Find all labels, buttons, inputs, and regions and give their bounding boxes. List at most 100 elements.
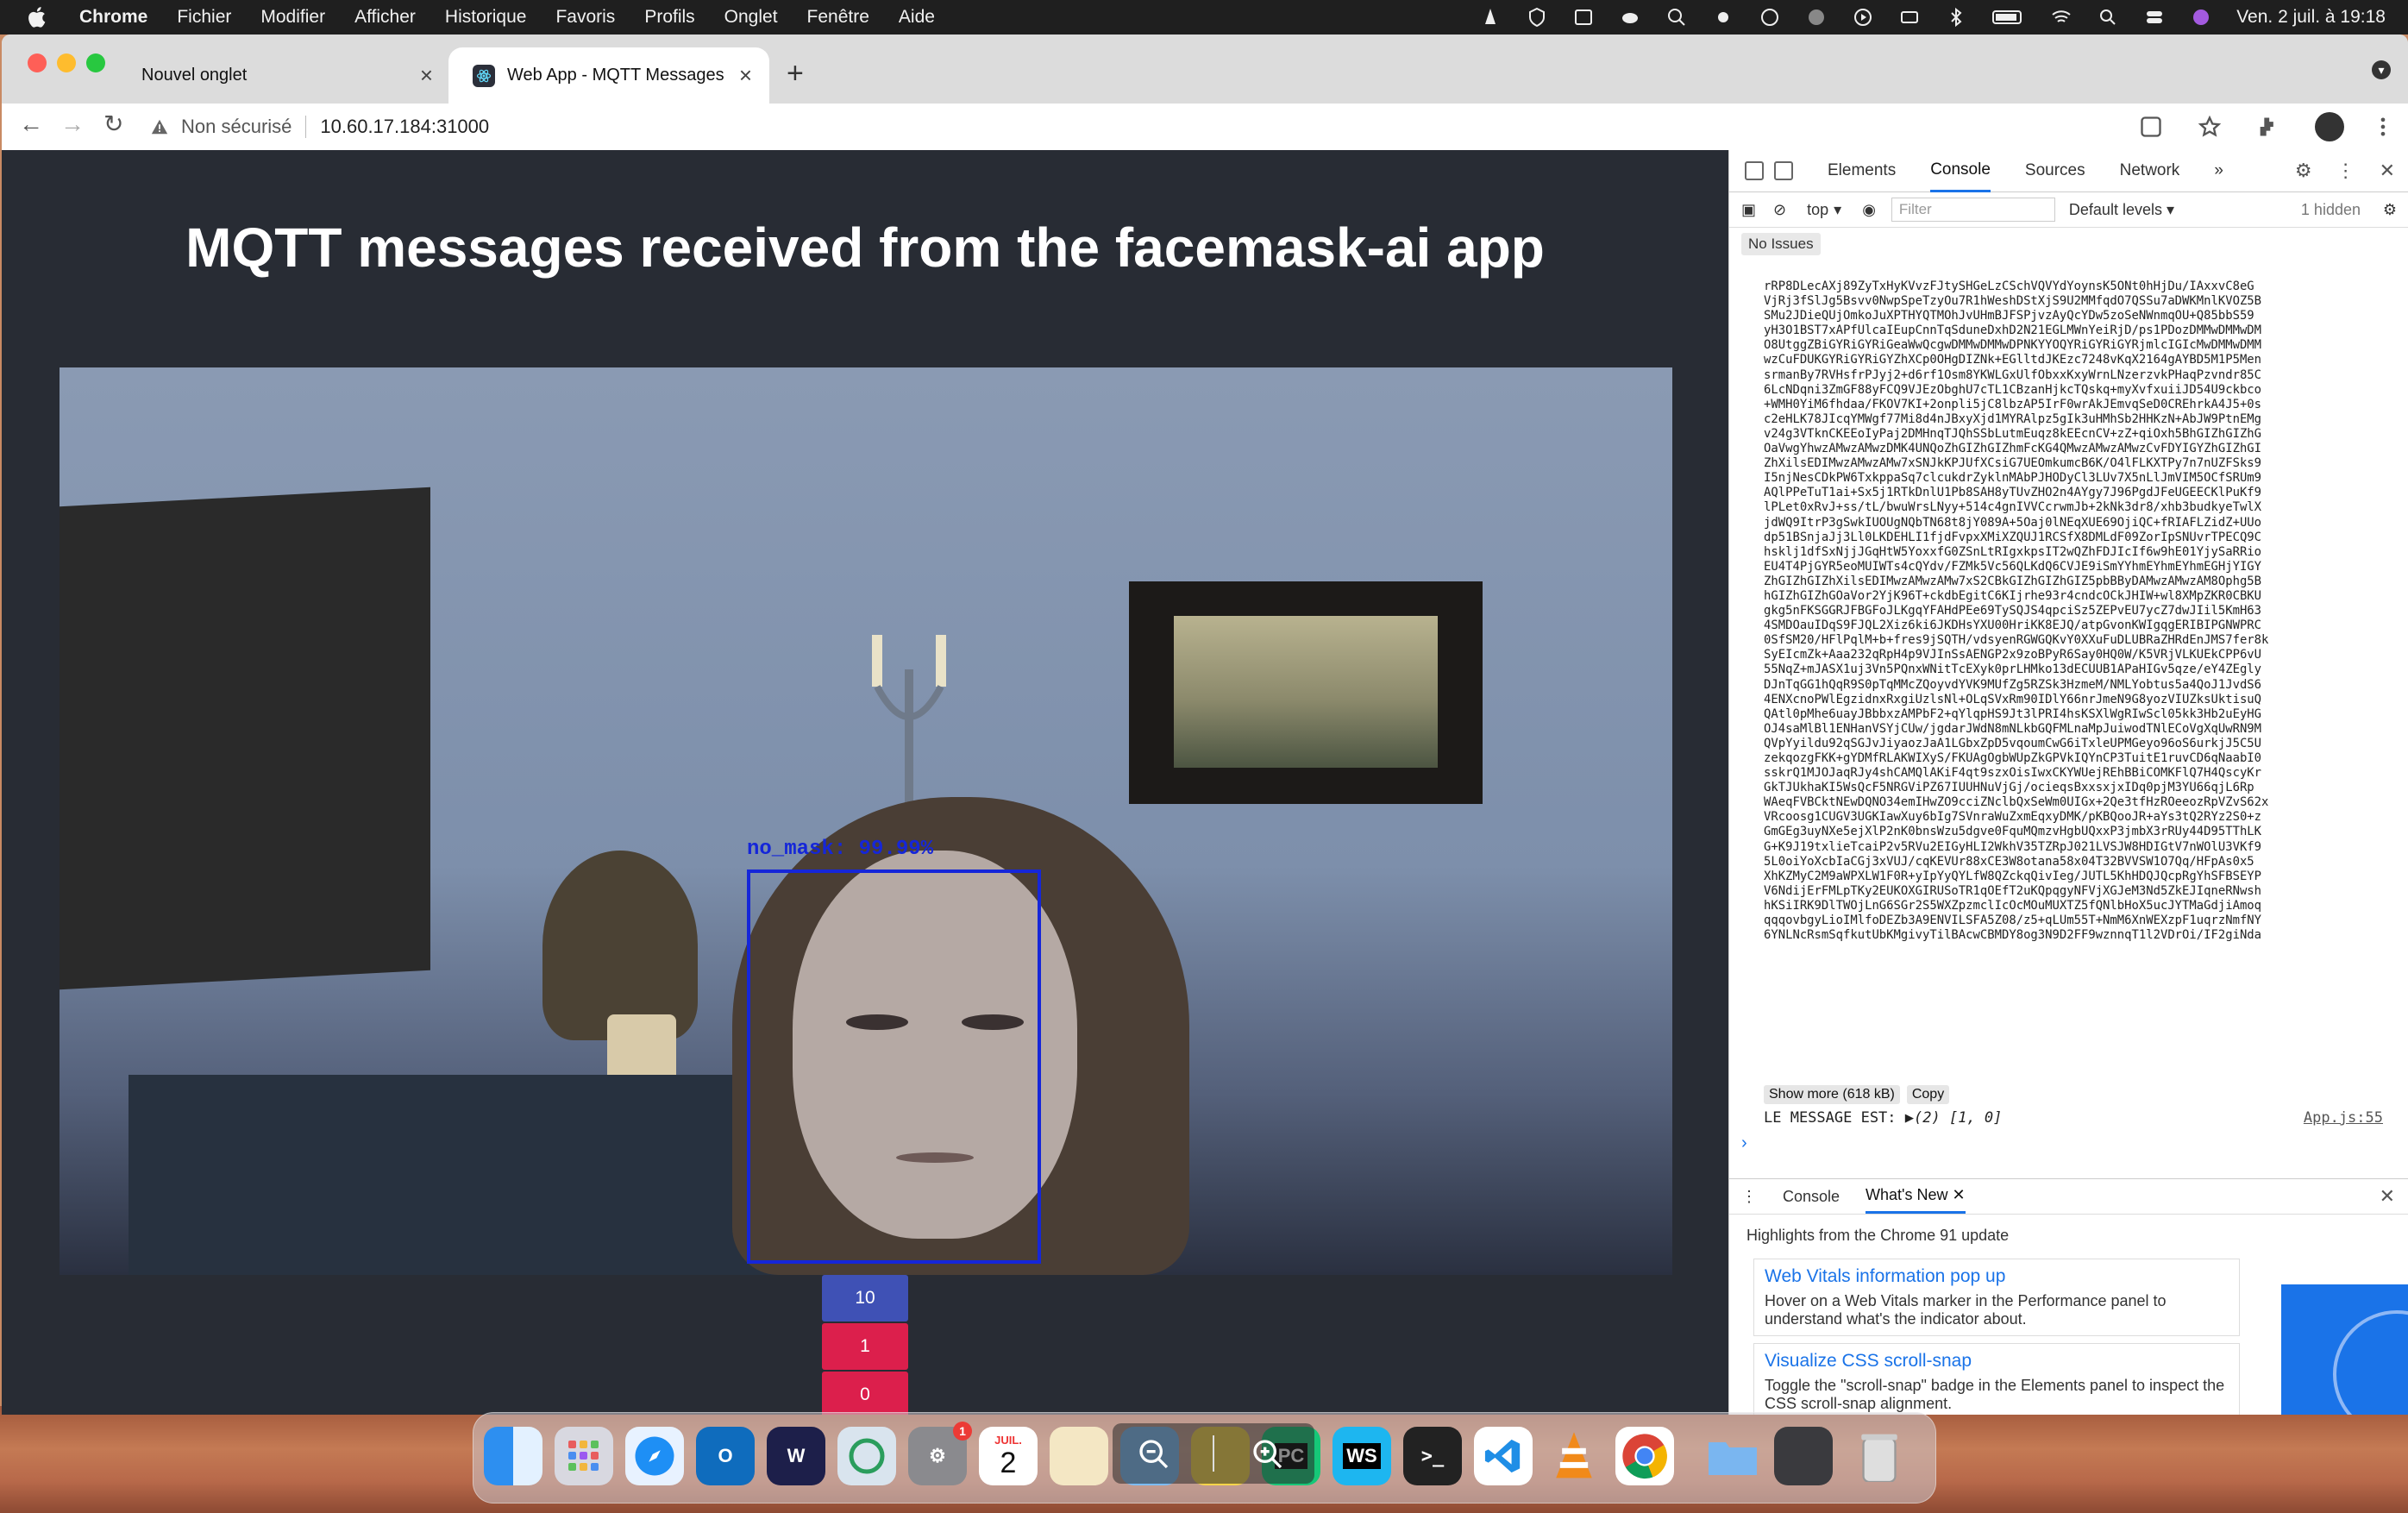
menu-aide[interactable]: Aide: [899, 7, 935, 28]
extensions-icon[interactable]: [2256, 115, 2280, 139]
reload-icon[interactable]: ↻: [103, 112, 123, 136]
console-filter-input[interactable]: Filter: [1891, 198, 2055, 222]
sidebar-toggle-icon[interactable]: ▣: [1741, 201, 1756, 219]
teams-status-icon[interactable]: [1805, 7, 1828, 28]
shield-status-icon[interactable]: [1526, 7, 1548, 28]
console-log-line-text: O8UtggZBiGYRiGYRiGeaWwQcgwDMMwDMMwDPNKYY…: [1764, 338, 2262, 353]
keyboard-status-icon[interactable]: [1898, 7, 1921, 28]
menu-app-name[interactable]: Chrome: [79, 7, 147, 28]
safari-icon[interactable]: [625, 1427, 684, 1485]
zoom-in-icon[interactable]: [1251, 1437, 1285, 1472]
profile-avatar[interactable]: [2315, 112, 2344, 141]
trash-icon[interactable]: [1850, 1427, 1909, 1485]
cloud-status-icon[interactable]: [1619, 7, 1641, 28]
whats-new-card[interactable]: Web Vitals information pop up Hover on a…: [1753, 1259, 2240, 1336]
context-select[interactable]: top: [1807, 201, 1828, 219]
log-levels-select[interactable]: Default levels ▾: [2069, 201, 2174, 219]
inspect-element-icon[interactable]: [1745, 161, 1764, 180]
network-app-icon[interactable]: [837, 1427, 896, 1485]
bookmark-star-icon[interactable]: [2198, 115, 2222, 139]
console-prompt[interactable]: ›: [1741, 1133, 1747, 1153]
downloads-folder-icon[interactable]: [1703, 1427, 1762, 1485]
vlc-status-icon[interactable]: [1479, 7, 1502, 28]
card-title[interactable]: Visualize CSS scroll-snap: [1765, 1351, 2229, 1372]
copy-button[interactable]: Copy: [1906, 1085, 1950, 1104]
minimize-window-icon[interactable]: [57, 53, 76, 72]
devtools-settings-icon[interactable]: ⚙: [2295, 160, 2312, 182]
close-tab-icon[interactable]: ×: [420, 62, 433, 89]
outlook-icon[interactable]: O: [696, 1427, 755, 1485]
clear-console-icon[interactable]: ⊘: [1773, 201, 1786, 219]
close-icon[interactable]: ✕: [1953, 1186, 1966, 1203]
security-label[interactable]: Non sécurisé: [181, 116, 292, 138]
back-icon[interactable]: ←: [19, 112, 43, 136]
battery-status-icon[interactable]: [1991, 7, 2026, 28]
more-tabs-icon[interactable]: »: [2214, 151, 2223, 191]
close-tab-icon[interactable]: ×: [739, 62, 752, 89]
wifi-status-icon[interactable]: [2050, 7, 2073, 28]
tab-nouvel-onglet[interactable]: Nouvel onglet ×: [117, 47, 450, 104]
devtools-menu-icon[interactable]: ⋮: [2336, 160, 2355, 182]
vlc-icon[interactable]: [1545, 1427, 1603, 1485]
tab-mqtt-messages[interactable]: Web App - MQTT Messages ×: [448, 47, 769, 104]
system-preferences-icon[interactable]: ⚙ 1: [908, 1422, 972, 1485]
menu-profils[interactable]: Profils: [644, 7, 694, 28]
device-toolbar-icon[interactable]: [1774, 161, 1793, 180]
search-status-icon[interactable]: [1665, 7, 1688, 28]
menu-modifier[interactable]: Modifier: [260, 7, 325, 28]
finder-icon[interactable]: [484, 1427, 542, 1485]
menu-onglet[interactable]: Onglet: [724, 7, 778, 28]
menu-historique[interactable]: Historique: [445, 7, 527, 28]
webex-icon[interactable]: W: [767, 1427, 825, 1485]
vscode-icon[interactable]: [1474, 1427, 1533, 1485]
card-title[interactable]: Web Vitals information pop up: [1765, 1266, 2229, 1287]
drawer-tab-whats-new[interactable]: What's New ✕: [1866, 1179, 1966, 1214]
textedit-icon[interactable]: [1050, 1427, 1108, 1485]
launchpad-icon[interactable]: [555, 1427, 613, 1485]
calendar-icon[interactable]: JUIL. 2: [979, 1427, 1038, 1485]
zoom-window-icon[interactable]: [86, 53, 105, 72]
show-more-button[interactable]: Show more (618 kB): [1764, 1085, 1900, 1104]
tab-search-icon[interactable]: ▾: [2372, 60, 2391, 79]
console-settings-icon[interactable]: ⚙: [2383, 201, 2397, 219]
control-center-icon[interactable]: [2143, 7, 2166, 28]
address-bar[interactable]: Non sécurisé 10.60.17.184:31000: [150, 109, 2194, 145]
tab-sources[interactable]: Sources: [2025, 151, 2085, 191]
globe-status-icon[interactable]: [1759, 7, 1781, 28]
bluetooth-status-icon[interactable]: [1945, 7, 1967, 28]
weather-status-icon[interactable]: [1712, 7, 1734, 28]
log-source-link[interactable]: App.js:55: [2304, 1109, 2383, 1127]
tab-elements[interactable]: Elements: [1828, 151, 1896, 191]
siri-icon[interactable]: [2190, 7, 2212, 28]
apple-menu-icon[interactable]: [26, 5, 50, 29]
chrome-icon[interactable]: [1615, 1427, 1674, 1485]
webstorm-icon[interactable]: WS: [1333, 1427, 1391, 1485]
menu-fenetre[interactable]: Fenêtre: [807, 7, 869, 28]
menu-fichier[interactable]: Fichier: [177, 7, 231, 28]
more-menu-icon[interactable]: [2379, 115, 2387, 139]
live-expression-icon[interactable]: ◉: [1862, 201, 1876, 219]
screenshot-status-icon[interactable]: [1572, 7, 1595, 28]
drawer-tab-console[interactable]: Console: [1783, 1188, 1840, 1206]
translate-icon[interactable]: [2139, 115, 2163, 139]
tab-console[interactable]: Console: [1930, 150, 1991, 192]
whats-new-card[interactable]: Visualize CSS scroll-snap Toggle the "sc…: [1753, 1343, 2240, 1415]
log-array-value[interactable]: ▶(2) [1, 0]: [1905, 1109, 2003, 1127]
screenshots-folder-icon[interactable]: [1774, 1427, 1833, 1485]
drawer-menu-icon[interactable]: ⋮: [1741, 1188, 1757, 1206]
play-status-icon[interactable]: [1852, 7, 1874, 28]
spotlight-search-icon[interactable]: [2097, 7, 2119, 28]
tab-network[interactable]: Network: [2120, 151, 2180, 191]
zoom-out-icon[interactable]: [1137, 1437, 1171, 1472]
close-window-icon[interactable]: [28, 53, 47, 72]
drawer-close-icon[interactable]: ✕: [2380, 1185, 2395, 1208]
menubar-clock[interactable]: Ven. 2 juil. à 19:18: [2236, 7, 2386, 28]
new-tab-icon[interactable]: +: [787, 59, 804, 88]
url-text[interactable]: 10.60.17.184:31000: [320, 116, 489, 138]
menu-afficher[interactable]: Afficher: [354, 7, 416, 28]
forward-icon[interactable]: →: [60, 112, 85, 136]
menu-favoris[interactable]: Favoris: [555, 7, 615, 28]
devtools-close-icon[interactable]: ✕: [2380, 160, 2395, 182]
terminal-icon[interactable]: >_: [1403, 1427, 1462, 1485]
no-issues-badge[interactable]: No Issues: [1741, 233, 1821, 255]
